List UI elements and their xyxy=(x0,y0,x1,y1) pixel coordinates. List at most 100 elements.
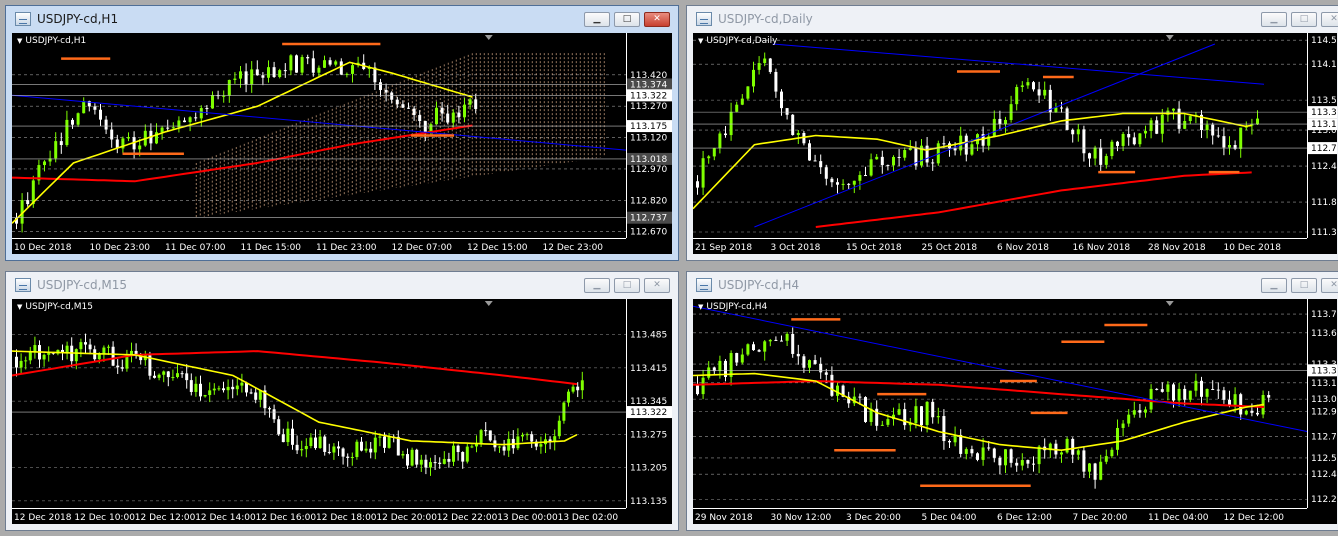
candle-body xyxy=(203,395,207,397)
chart-window-icon xyxy=(15,12,31,26)
candle-body xyxy=(65,119,69,146)
window-title: USDJPY-cd,H1 xyxy=(37,12,119,26)
candle-body xyxy=(970,449,974,454)
candle-body xyxy=(1082,450,1086,472)
chart-window-icon xyxy=(15,278,31,292)
candle-body xyxy=(488,430,492,441)
close-button[interactable]: ✕ xyxy=(644,278,670,293)
candle-body xyxy=(1205,124,1209,131)
candle-body xyxy=(410,449,414,466)
candle-body xyxy=(99,109,102,120)
candle-body xyxy=(1155,388,1159,390)
candle-body xyxy=(1177,388,1181,401)
candle-body xyxy=(525,434,529,436)
title-bar[interactable]: USDJPY-cd,H4 ▁ □ ✕ xyxy=(687,272,1338,298)
window-h1[interactable]: USDJPY-cd,H1 ▁ □ ✕ 113.420 113.270 113.120… xyxy=(5,5,679,261)
candle-body xyxy=(120,367,124,369)
price-highlight-label: 112.737 xyxy=(630,214,667,224)
price-label: 113.205 xyxy=(630,464,667,474)
price-label: 112.9 xyxy=(1311,408,1337,418)
candle-body xyxy=(360,441,363,451)
candle-body xyxy=(468,99,472,105)
chart-canvas[interactable]: 113.7 113.6 113.3 113.1 113.0 112.9 112.7 112.5… xyxy=(693,299,1337,524)
candle-body xyxy=(1110,141,1114,157)
candle-body xyxy=(423,121,427,133)
candle-body xyxy=(396,436,400,456)
price-label: 113.135 xyxy=(630,497,667,507)
maximize-button[interactable]: □ xyxy=(614,12,640,27)
time-label: 28 Nov 2018 xyxy=(1148,243,1206,253)
candle-body xyxy=(1009,449,1013,463)
candle-body xyxy=(1177,108,1181,129)
candle-body xyxy=(1160,389,1164,392)
time-label: 10 Dec 2018 xyxy=(14,243,72,253)
title-bar[interactable]: USDJPY-cd,M15 ▁ □ ✕ xyxy=(6,272,678,298)
window-daily[interactable]: USDJPY-cd,Daily ▁ □ ✕ 114.5 114.1 113.5 113… xyxy=(686,5,1338,261)
candle-body xyxy=(323,436,327,452)
candle-body xyxy=(61,349,64,353)
candle-body xyxy=(953,148,957,151)
candle-body xyxy=(802,356,806,368)
candle-body xyxy=(82,101,86,114)
candle-body xyxy=(1216,135,1220,137)
minimize-button[interactable]: ▁ xyxy=(1261,12,1287,27)
price-highlight-label: 112.7 xyxy=(1311,144,1337,154)
candle-body xyxy=(1065,438,1069,453)
minimize-button[interactable]: ▁ xyxy=(584,278,610,293)
time-label: 12 Dec 16:00 xyxy=(256,513,317,523)
candle-body xyxy=(484,430,488,432)
candle-body xyxy=(337,446,340,449)
candle-body xyxy=(1172,108,1175,111)
candle-body xyxy=(970,144,974,155)
close-button[interactable]: ✕ xyxy=(1321,278,1338,293)
candle-body xyxy=(76,113,80,125)
candle-body xyxy=(345,73,349,75)
close-button[interactable]: ✕ xyxy=(644,12,670,27)
candle-body xyxy=(1127,414,1131,424)
candle-body xyxy=(176,373,179,378)
window-m15[interactable]: USDJPY-cd,M15 ▁ □ ✕ 113.485 113.415 113.34… xyxy=(5,271,679,531)
close-button[interactable]: ✕ xyxy=(1321,12,1338,27)
candle-body xyxy=(104,119,108,130)
maximize-button[interactable]: □ xyxy=(614,278,640,293)
minimize-button[interactable]: ▁ xyxy=(1261,278,1287,293)
title-bar[interactable]: USDJPY-cd,Daily ▁ □ ✕ xyxy=(687,6,1338,32)
minimize-button[interactable]: ▁ xyxy=(584,12,610,27)
candle-body xyxy=(171,377,175,379)
time-label: 12 Dec 12:00 xyxy=(135,513,196,523)
title-bar[interactable]: USDJPY-cd,H1 ▁ □ ✕ xyxy=(6,6,678,32)
candle-body xyxy=(562,402,566,421)
chart-canvas[interactable]: 113.485 113.415 113.345 113.275 113.205 113.1… xyxy=(12,299,672,524)
candle-body xyxy=(1099,461,1103,480)
price-chart-m15[interactable]: 113.485 113.415 113.345 113.275 113.205 113.1… xyxy=(12,299,672,524)
price-chart-h1[interactable]: 113.420 113.270 113.120 112.970 112.820 112.6… xyxy=(12,33,672,254)
candle-body xyxy=(1166,384,1170,392)
candle-body xyxy=(976,453,979,460)
candle-body xyxy=(84,342,87,345)
maximize-button[interactable]: □ xyxy=(1291,278,1317,293)
chart-canvas[interactable]: 113.420113.270113.120112.970112.820112.6… xyxy=(12,33,672,254)
candle-body xyxy=(1200,380,1203,397)
candle-body xyxy=(317,67,321,73)
chart-canvas[interactable]: 114.5114.1113.5113.0112.4111.8111.3113.3… xyxy=(693,33,1337,254)
price-chart-h4[interactable]: 113.7 113.6 113.3 113.1 113.0 112.9 112.7 112.5… xyxy=(693,299,1337,524)
maximize-button[interactable]: □ xyxy=(1291,12,1317,27)
candle-body xyxy=(373,437,377,453)
price-label: 112.4 xyxy=(1311,470,1337,480)
price-label: 112.5 xyxy=(1311,454,1337,464)
candle-body xyxy=(774,339,778,341)
price-chart-daily[interactable]: 114.5 114.1 113.5 113.0 112.4 111.8 111.3 113.3… xyxy=(693,33,1337,254)
candle-body xyxy=(1188,390,1192,400)
price-label: 113.275 xyxy=(630,430,667,440)
candle-body xyxy=(412,108,416,116)
candle-body xyxy=(180,373,184,375)
time-label: 16 Nov 2018 xyxy=(1073,243,1131,253)
window-h4[interactable]: USDJPY-cd,H4 ▁ □ ✕ 113.7113.6113.3113.11… xyxy=(686,271,1338,531)
candle-body xyxy=(981,447,985,460)
candle-body xyxy=(914,406,918,424)
candle-body xyxy=(446,113,450,123)
candle-body xyxy=(332,446,336,453)
candle-body xyxy=(295,55,298,73)
candle-body xyxy=(231,386,235,390)
candle-body xyxy=(791,333,795,354)
